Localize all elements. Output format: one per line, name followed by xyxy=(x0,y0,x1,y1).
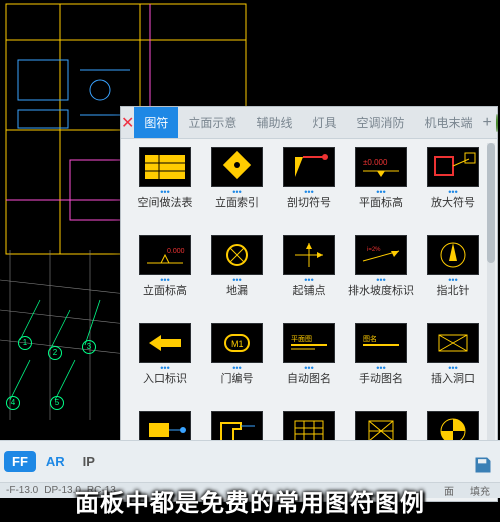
symbol-dots-icon: ••• xyxy=(376,365,385,371)
symbol-thumb xyxy=(427,323,479,363)
mode-ff-button[interactable]: FF xyxy=(4,451,36,472)
symbol-item[interactable]: ••• 空间做法表 xyxy=(131,147,199,231)
symbol-dots-icon: ••• xyxy=(304,365,313,371)
tab-lights[interactable]: 灯具 xyxy=(302,107,346,138)
symbol-label: 剖切符号 xyxy=(287,197,331,210)
symbol-thumb xyxy=(283,235,335,275)
symbol-item[interactable]: ••• 插入洞口 xyxy=(419,323,487,407)
symbol-label: 自动图名 xyxy=(287,373,331,386)
symbol-label: 立面标高 xyxy=(143,285,187,298)
symbol-dots-icon: ••• xyxy=(232,277,241,283)
symbol-label: 手动图名 xyxy=(359,373,403,386)
cad-callout: 2 xyxy=(48,346,62,360)
svg-text:平面图: 平面图 xyxy=(291,335,312,343)
panel-knob-icon[interactable] xyxy=(496,114,498,132)
tab-guides[interactable]: 辅助线 xyxy=(246,107,302,138)
symbol-thumb: i=2% xyxy=(355,235,407,275)
symbol-dots-icon: ••• xyxy=(376,277,385,283)
symbol-label: 指北针 xyxy=(437,285,470,298)
symbol-item[interactable]: ••• 地漏 xyxy=(203,235,271,319)
symbol-thumb xyxy=(211,147,263,187)
tab-elevation[interactable]: 立面示意 xyxy=(178,107,246,138)
symbol-item[interactable]: 图名 ••• 手动图名 xyxy=(347,323,415,407)
cad-callout: 3 xyxy=(82,340,96,354)
panel-tabstrip: ✕ 图符 立面示意 辅助线 灯具 空调消防 机电末端 + xyxy=(121,107,497,139)
symbol-thumb: 平面图 xyxy=(283,323,335,363)
symbol-thumb xyxy=(139,323,191,363)
symbol-dots-icon: ••• xyxy=(376,189,385,195)
symbol-dots-icon: ••• xyxy=(448,189,457,195)
tab-add-button[interactable]: + xyxy=(483,107,492,138)
symbol-dots-icon: ••• xyxy=(232,365,241,371)
symbol-label: 入口标识 xyxy=(143,373,187,386)
symbol-item[interactable]: 0.000 ••• 立面标高 xyxy=(131,235,199,319)
symbol-dots-icon: ••• xyxy=(304,189,313,195)
save-icon[interactable] xyxy=(472,454,494,476)
symbol-item[interactable]: 平面图 ••• 自动图名 xyxy=(275,323,343,407)
symbol-label: 立面索引 xyxy=(215,197,259,210)
mode-ip-button[interactable]: IP xyxy=(75,451,103,472)
symbol-thumb: 0.000 xyxy=(139,235,191,275)
panel-scroll-thumb[interactable] xyxy=(487,143,495,263)
svg-text:i=2%: i=2% xyxy=(367,247,381,253)
symbol-dots-icon: ••• xyxy=(304,277,313,283)
symbol-label: 空间做法表 xyxy=(138,197,193,210)
symbol-label: 起铺点 xyxy=(293,285,326,298)
symbol-dots-icon: ••• xyxy=(160,189,169,195)
symbol-item[interactable]: ••• 剖切符号 xyxy=(275,147,343,231)
bottom-toolbar: FF AR IP xyxy=(0,440,500,482)
tab-mep[interactable]: 机电末端 xyxy=(414,107,482,138)
svg-text:±0.000: ±0.000 xyxy=(363,158,388,167)
svg-text:M1: M1 xyxy=(231,339,244,349)
symbol-thumb xyxy=(283,147,335,187)
symbol-thumb: 图名 xyxy=(355,323,407,363)
symbol-item[interactable]: ••• 立面索引 xyxy=(203,147,271,231)
tab-hvac-fire[interactable]: 空调消防 xyxy=(346,107,414,138)
symbol-dots-icon: ••• xyxy=(160,365,169,371)
cad-callout: 1 xyxy=(18,336,32,350)
symbol-thumb xyxy=(427,235,479,275)
symbol-dots-icon: ••• xyxy=(160,277,169,283)
symbol-dots-icon: ••• xyxy=(232,189,241,195)
symbol-item[interactable]: ±0.000 ••• 平面标高 xyxy=(347,147,415,231)
symbol-thumb xyxy=(211,235,263,275)
subtitle-caption: 面板中都是免费的常用图符图例 xyxy=(0,483,500,518)
symbol-thumb xyxy=(139,147,191,187)
symbol-thumb: M1 xyxy=(211,323,263,363)
symbol-thumb: ±0.000 xyxy=(355,147,407,187)
symbol-label: 插入洞口 xyxy=(431,373,475,386)
tab-symbols[interactable]: 图符 xyxy=(134,107,178,138)
symbol-label: 门编号 xyxy=(221,373,254,386)
symbol-item[interactable]: i=2% ••• 排水坡度标识 xyxy=(347,235,415,319)
symbol-label: 放大符号 xyxy=(431,197,475,210)
svg-text:0.000: 0.000 xyxy=(167,248,185,255)
symbol-item[interactable]: ••• 入口标识 xyxy=(131,323,199,407)
symbol-thumb xyxy=(427,147,479,187)
cad-callout: 4 xyxy=(6,396,20,410)
symbol-label: 排水坡度标识 xyxy=(348,285,414,298)
symbol-label: 平面标高 xyxy=(359,197,403,210)
symbol-dots-icon: ••• xyxy=(448,277,457,283)
panel-close-button[interactable]: ✕ xyxy=(121,107,134,138)
mode-buttons: FF AR IP xyxy=(4,451,103,472)
symbol-item[interactable]: ••• 指北针 xyxy=(419,235,487,319)
cad-callout: 5 xyxy=(50,396,64,410)
symbol-item[interactable]: ••• 起铺点 xyxy=(275,235,343,319)
symbol-dots-icon: ••• xyxy=(448,365,457,371)
symbol-label: 地漏 xyxy=(226,285,248,298)
mode-ar-button[interactable]: AR xyxy=(38,451,73,472)
symbol-item[interactable]: M1 ••• 门编号 xyxy=(203,323,271,407)
symbol-item[interactable]: ••• 放大符号 xyxy=(419,147,487,231)
svg-text:图名: 图名 xyxy=(363,334,377,343)
